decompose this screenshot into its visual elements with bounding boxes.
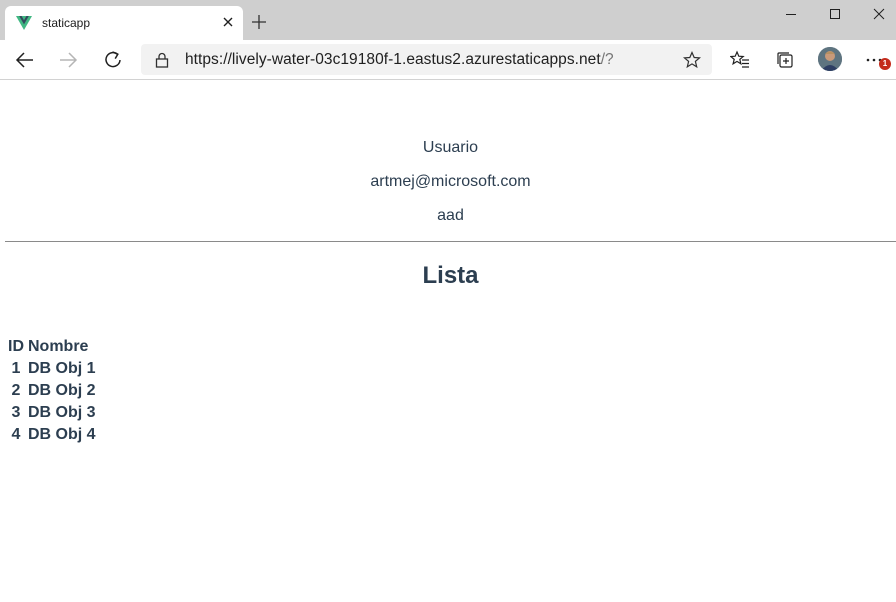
forward-arrow-icon xyxy=(60,52,78,68)
favorites-icon[interactable] xyxy=(730,50,750,70)
url-main: https://lively-water-03c19180f-1.eastus2… xyxy=(185,51,601,68)
collections-icon[interactable] xyxy=(775,50,795,70)
tab-title: staticapp xyxy=(42,16,91,30)
cell-name: DB Obj 3 xyxy=(28,404,96,421)
close-icon[interactable] xyxy=(221,15,235,29)
tab-strip: staticapp xyxy=(0,0,896,40)
window-close-icon[interactable] xyxy=(869,5,889,25)
table-row: 1 DB Obj 1 xyxy=(8,358,96,380)
list-heading: Lista xyxy=(422,262,479,289)
column-header-id: ID xyxy=(8,338,24,355)
column-header-name: Nombre xyxy=(28,338,89,355)
address-bar[interactable]: https://lively-water-03c19180f-1.eastus2… xyxy=(141,44,712,75)
cell-id: 1 xyxy=(11,360,21,377)
profile-picture-icon xyxy=(818,47,842,71)
divider xyxy=(5,241,896,242)
items-table: ID Nombre 1 DB Obj 1 2 DB Obj 2 3 DB Obj… xyxy=(6,336,98,446)
user-provider: aad xyxy=(437,207,464,224)
cell-name: DB Obj 2 xyxy=(28,382,96,399)
star-icon[interactable] xyxy=(683,51,701,69)
plus-icon[interactable] xyxy=(251,14,267,30)
browser-tab[interactable]: staticapp xyxy=(5,6,243,40)
avatar[interactable] xyxy=(818,47,842,71)
table-row: 4 DB Obj 4 xyxy=(8,424,96,446)
cell-id: 4 xyxy=(11,426,21,443)
user-title: Usuario xyxy=(422,139,479,156)
cell-name: DB Obj 4 xyxy=(28,426,96,443)
vue-logo-icon xyxy=(16,16,32,30)
url-rest: /? xyxy=(600,51,614,68)
back-arrow-icon[interactable] xyxy=(15,50,35,70)
lock-icon[interactable] xyxy=(155,52,169,68)
minimize-icon[interactable] xyxy=(781,5,801,25)
user-email: artmej@microsoft.com xyxy=(370,173,531,190)
url-text[interactable]: https://lively-water-03c19180f-1.eastus2… xyxy=(185,51,614,69)
browser-toolbar: https://lively-water-03c19180f-1.eastus2… xyxy=(0,40,896,80)
refresh-icon[interactable] xyxy=(103,50,123,70)
notification-badge: 1 xyxy=(879,58,891,70)
cell-id: 2 xyxy=(11,382,21,399)
table-row: 3 DB Obj 3 xyxy=(8,402,96,424)
table-row: 2 DB Obj 2 xyxy=(8,380,96,402)
table-header-row: ID Nombre xyxy=(8,336,96,358)
cell-name: DB Obj 1 xyxy=(28,360,96,377)
cell-id: 3 xyxy=(11,404,21,421)
page-content: Usuario artmej@microsoft.com aad Lista I… xyxy=(0,80,896,602)
maximize-icon[interactable] xyxy=(825,5,845,25)
